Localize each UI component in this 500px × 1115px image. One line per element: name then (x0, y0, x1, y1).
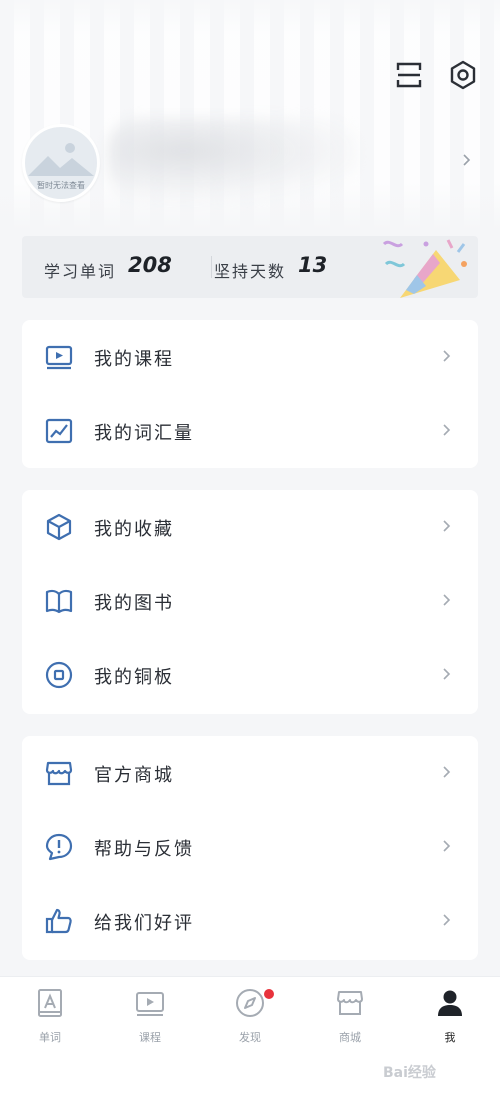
word-icon (38, 989, 62, 1017)
coin-icon (45, 661, 73, 689)
chevron-right-icon (443, 668, 451, 680)
cube-icon (46, 513, 72, 541)
menu-item-my-vocabulary[interactable]: 我的词汇量 (22, 394, 478, 468)
settings-button[interactable] (446, 58, 480, 92)
tab-label: 单词 (39, 1031, 61, 1044)
menu-item-label: 给我们好评 (94, 913, 194, 934)
settings-icon (450, 60, 476, 90)
days-value: 13 (298, 253, 328, 277)
party-popper-icon (382, 239, 467, 298)
menu-item-label: 我的图书 (94, 593, 174, 614)
menu-item-rate-us[interactable]: 给我们好评 (22, 884, 478, 958)
menu-card-collections: 我的收藏 我的图书 我的铜板 (22, 490, 478, 714)
menu-item-my-coins[interactable]: 我的铜板 (22, 638, 478, 712)
menu-item-label: 官方商城 (94, 765, 174, 786)
study-stats-bar: 学习单词 208 坚持天数 13 (22, 236, 478, 298)
chevron-right-icon (443, 594, 451, 606)
tab-courses[interactable]: 课程 (100, 977, 200, 1057)
stats-divider (211, 256, 212, 278)
thumbs-up-icon (45, 908, 72, 934)
profile-chevron-icon[interactable] (462, 152, 476, 172)
menu-item-my-favorites[interactable]: 我的收藏 (22, 490, 478, 564)
person-icon (438, 990, 462, 1016)
chevron-right-icon (443, 350, 451, 362)
chevron-right-icon (443, 766, 451, 778)
scan-icon (396, 62, 422, 88)
chevron-right-icon (443, 914, 451, 926)
video-icon (136, 992, 164, 1016)
avatar-placeholder-text: 暂时无法查看 (37, 181, 85, 190)
tab-label: 课程 (139, 1031, 161, 1044)
help-icon (45, 833, 73, 861)
compass-icon (236, 989, 264, 1017)
watermark: Bai经验 (383, 1065, 436, 1081)
menu-item-label: 我的铜板 (94, 667, 174, 688)
tab-words[interactable]: 单词 (0, 977, 100, 1057)
menu-item-official-store[interactable]: 官方商城 (22, 736, 478, 810)
menu-item-label: 帮助与反馈 (94, 839, 194, 860)
book-icon (45, 589, 73, 614)
menu-item-label: 我的词汇量 (94, 423, 194, 444)
avatar[interactable]: 暂时无法查看 (22, 124, 100, 202)
tab-label: 商城 (339, 1031, 361, 1044)
menu-card-courses: 我的课程 我的词汇量 (22, 320, 478, 468)
words-value: 208 (128, 253, 172, 277)
video-icon (45, 345, 73, 370)
tab-discover[interactable]: 发现 (200, 977, 300, 1057)
chevron-right-icon (443, 424, 451, 436)
menu-item-label: 我的收藏 (94, 519, 174, 540)
store-icon (337, 991, 363, 1015)
bottom-tab-bar: 单词 课程 发现 商城 我 (0, 976, 500, 1115)
scan-button[interactable] (392, 58, 426, 92)
tab-label: 我 (444, 1031, 456, 1044)
words-label: 学习单词 (44, 262, 117, 281)
tab-me[interactable]: 我 (400, 977, 500, 1057)
menu-card-support: 官方商城 帮助与反馈 给我们好评 (22, 736, 478, 960)
username-blurred (108, 118, 358, 200)
notification-badge (264, 989, 274, 999)
days-label: 坚持天数 (214, 262, 287, 281)
tab-store[interactable]: 商城 (300, 977, 400, 1057)
tab-label: 发现 (239, 1031, 261, 1044)
menu-item-my-courses[interactable]: 我的课程 (22, 320, 478, 394)
store-icon (45, 761, 73, 786)
menu-item-my-books[interactable]: 我的图书 (22, 564, 478, 638)
menu-item-help-feedback[interactable]: 帮助与反馈 (22, 810, 478, 884)
chevron-right-icon (443, 520, 451, 532)
chevron-right-icon (443, 840, 451, 852)
menu-item-label: 我的课程 (94, 349, 174, 370)
chart-icon (45, 418, 73, 444)
